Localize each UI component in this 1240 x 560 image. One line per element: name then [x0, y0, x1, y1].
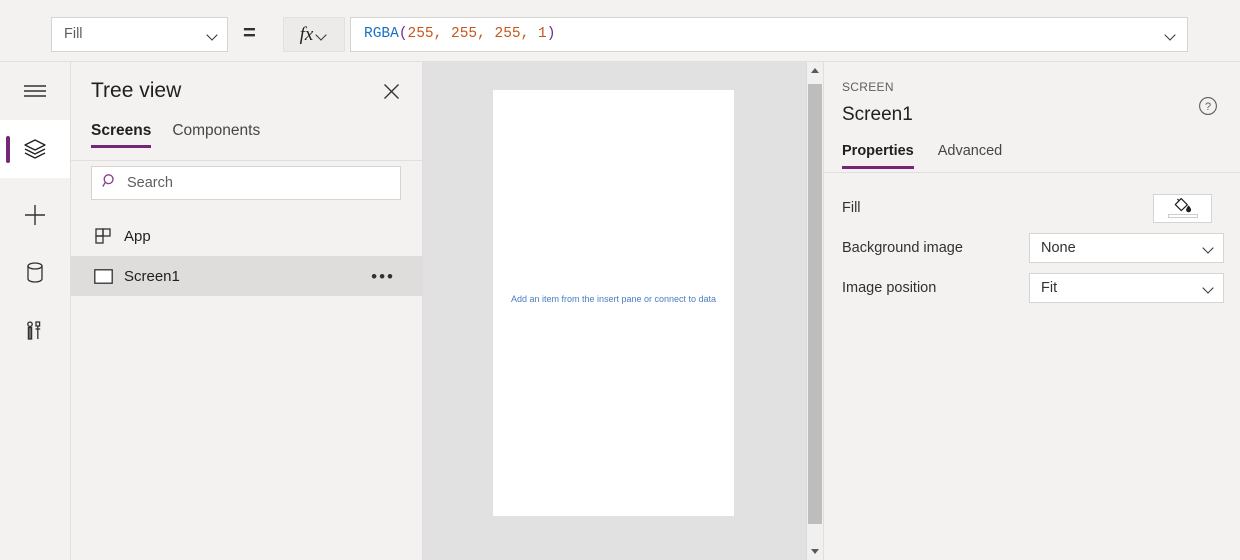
- chevron-down-icon[interactable]: [1165, 29, 1177, 41]
- properties-tab-divider: [824, 172, 1240, 173]
- help-circle-icon[interactable]: ?: [1198, 96, 1218, 116]
- property-label: Image position: [842, 279, 937, 296]
- chevron-down-icon: [1203, 242, 1215, 254]
- search-icon: [102, 173, 118, 194]
- tab-advanced[interactable]: Advanced: [938, 144, 1003, 169]
- properties-title: Screen1: [842, 104, 913, 125]
- tools-icon: [25, 319, 45, 343]
- scrollbar-thumb[interactable]: [808, 84, 822, 524]
- formula-input[interactable]: RGBA(255, 255, 255, 1): [350, 17, 1188, 52]
- tree-view-tabs: Screens Components: [91, 123, 260, 148]
- rail-item-hamburger-menu[interactable]: [0, 62, 70, 120]
- property-row-image-position: Image position Fit: [824, 268, 1240, 308]
- properties-kicker: SCREEN: [842, 80, 894, 94]
- app-grid-icon: [93, 227, 114, 245]
- equals-sign: =: [243, 20, 256, 45]
- tab-screens[interactable]: Screens: [91, 123, 152, 148]
- formula-text: RGBA(255, 255, 255, 1): [364, 27, 1165, 42]
- properties-tabs: Properties Advanced: [842, 144, 1002, 169]
- chevron-down-icon: [207, 29, 219, 41]
- property-row-background-image: Background image None: [824, 228, 1240, 268]
- formula-close-paren: ): [546, 26, 556, 43]
- formula-args: 255, 255, 255, 1: [407, 26, 547, 43]
- rail-item-tree-view[interactable]: [0, 120, 70, 178]
- database-icon: [25, 261, 45, 285]
- property-row-fill: Fill: [824, 188, 1240, 228]
- image-position-dropdown[interactable]: Fit: [1029, 273, 1224, 303]
- hamburger-icon: [23, 83, 47, 99]
- formula-bar: Fill = fx RGBA(255, 255, 255, 1): [0, 0, 1240, 62]
- layers-icon: [23, 137, 47, 161]
- screen-rect-icon: [93, 268, 114, 284]
- property-label: Fill: [842, 199, 861, 216]
- canvas-area[interactable]: Add an item from the insert pane or conn…: [423, 62, 823, 560]
- plus-icon: [23, 203, 47, 227]
- dropdown-value: Fit: [1041, 279, 1058, 296]
- tree-view-title: Tree view: [91, 79, 182, 102]
- fx-label: fx: [299, 24, 314, 45]
- property-select-value: Fill: [64, 26, 83, 43]
- property-label: Background image: [842, 239, 963, 256]
- tree-view-tab-divider: [71, 160, 423, 161]
- tree-item-context-menu-button[interactable]: •••: [371, 268, 395, 285]
- left-icon-rail: [0, 62, 71, 560]
- fill-color-button[interactable]: [1153, 193, 1212, 223]
- formula-open-paren: (: [398, 26, 408, 43]
- close-icon[interactable]: [380, 80, 402, 102]
- tree-view-panel: Tree view Screens Components Search App …: [71, 62, 423, 560]
- canvas-placeholder-text: Add an item from the insert pane or conn…: [510, 294, 717, 304]
- background-image-dropdown[interactable]: None: [1029, 233, 1224, 263]
- properties-panel: SCREEN Screen1 ? Properties Advanced Fil…: [823, 62, 1240, 560]
- formula-function-name: RGBA: [364, 26, 399, 43]
- rail-item-insert[interactable]: [0, 186, 70, 244]
- power-apps-studio: Fill = fx RGBA(255, 255, 255, 1) Tree vi…: [0, 0, 1240, 560]
- chevron-down-icon: [316, 29, 328, 41]
- app-screen-canvas[interactable]: Add an item from the insert pane or conn…: [493, 90, 734, 516]
- scroll-down-arrow-icon[interactable]: [807, 543, 823, 560]
- tab-components[interactable]: Components: [172, 123, 260, 148]
- fx-button[interactable]: fx: [283, 17, 345, 52]
- tree-item-label: Screen1: [124, 267, 180, 285]
- scroll-up-arrow-icon[interactable]: [807, 62, 823, 79]
- tree-item-screen1[interactable]: Screen1 •••: [71, 256, 423, 296]
- svg-text:?: ?: [1205, 101, 1211, 113]
- rail-item-data[interactable]: [0, 244, 70, 302]
- tree-item-label: App: [124, 227, 151, 245]
- property-select[interactable]: Fill: [51, 17, 228, 52]
- search-input[interactable]: [127, 175, 377, 191]
- chevron-down-icon: [1203, 282, 1215, 294]
- search-box[interactable]: [91, 166, 401, 200]
- fill-color-swatch: [1168, 213, 1198, 218]
- canvas-vertical-scrollbar[interactable]: [806, 62, 823, 560]
- rail-item-tools[interactable]: [0, 302, 70, 360]
- tab-properties[interactable]: Properties: [842, 144, 914, 169]
- tree-item-app[interactable]: App: [71, 216, 423, 256]
- dropdown-value: None: [1041, 239, 1076, 256]
